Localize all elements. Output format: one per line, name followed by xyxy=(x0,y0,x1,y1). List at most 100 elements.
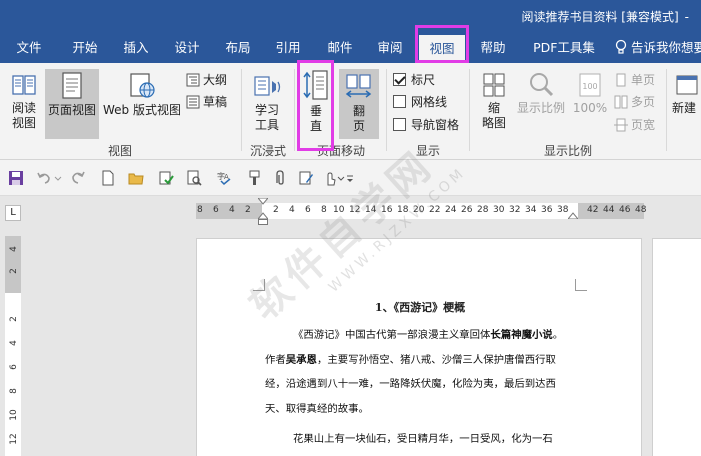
tab-review[interactable]: 审阅 xyxy=(368,33,412,63)
ruler-tick-label: 6 xyxy=(305,205,311,215)
vertical-ruler[interactable]: 4 2 2 4 6 8 10 12 xyxy=(5,236,21,456)
document-page[interactable]: 1、《西游记》梗概 《西游记》中国古代第一部浪漫主义章回体长篇神魔小说。 作者吴承… xyxy=(196,238,642,456)
gridlines-checkbox[interactable]: 网格线 xyxy=(393,93,447,111)
ruler-tick-label: 46 xyxy=(619,205,631,215)
tab-selector-button[interactable]: L xyxy=(5,205,21,221)
vertical-label-1: 垂 xyxy=(309,104,322,118)
document-title: 阅读推荐书目资料 [兼容模式] xyxy=(521,10,679,24)
left-indent-marker[interactable] xyxy=(258,219,268,225)
page-icon xyxy=(62,72,82,99)
touch-dropdown-icon[interactable] xyxy=(337,170,345,186)
zoom-100-button[interactable]: 100 100% xyxy=(570,71,610,116)
tab-mailings[interactable]: 邮件 xyxy=(318,33,362,63)
tab-file[interactable]: 文件 xyxy=(8,33,50,63)
title-bar: 阅读推荐书目资料 [兼容模式] - xyxy=(0,0,701,33)
navigation-pane-label: 导航窗格 xyxy=(411,118,460,132)
book-icon xyxy=(12,75,36,95)
save-icon[interactable] xyxy=(8,170,24,186)
ruler-tick-label: 8 xyxy=(321,205,327,215)
outline-button[interactable]: 大纲 xyxy=(186,71,227,89)
tell-me-search[interactable]: 告诉我你想要 xyxy=(614,33,701,63)
thumbnails-button[interactable]: 缩 略图 xyxy=(476,71,512,131)
read-mode-button[interactable]: 阅读 视图 xyxy=(6,71,42,131)
tab-help[interactable]: 帮助 xyxy=(472,33,514,63)
new-window-label: 新建 xyxy=(672,101,697,115)
read-mode-label-1: 阅读 xyxy=(11,101,36,115)
window-title: 阅读推荐书目资料 [兼容模式] - xyxy=(521,8,689,25)
ruler-tick-label: 12 xyxy=(349,205,361,215)
customize-toolbar-icon[interactable] xyxy=(345,170,355,186)
attachment-icon[interactable] xyxy=(272,170,288,186)
tab-home[interactable]: 开始 xyxy=(62,33,108,63)
zoom-100-label: 100% xyxy=(572,101,608,115)
ruler-tick-label: 2 xyxy=(273,205,279,215)
draft-icon xyxy=(186,95,200,109)
new-window-button[interactable]: 新建 xyxy=(672,71,701,116)
vertical-scroll-icon xyxy=(303,70,328,100)
bold-text: 吴承恩 xyxy=(285,353,317,366)
svg-text:100: 100 xyxy=(582,82,597,91)
tab-pdf-tools[interactable]: PDF工具集 xyxy=(522,33,606,63)
new-window-icon xyxy=(676,75,698,95)
next-page[interactable] xyxy=(652,238,701,456)
ruler-check-icon[interactable] xyxy=(393,73,406,86)
tab-layout[interactable]: 布局 xyxy=(216,33,260,63)
new-document-icon[interactable] xyxy=(100,170,116,186)
one-page-button[interactable]: 单页 xyxy=(614,71,655,89)
ruler-checkbox[interactable]: 标尺 xyxy=(393,71,435,89)
ruler-tick-label: 4 xyxy=(229,205,235,215)
check-document-icon[interactable] xyxy=(158,170,174,186)
web-layout-button[interactable]: Web 版式视图 xyxy=(101,71,183,118)
group-separator xyxy=(469,69,470,151)
gridlines-check-icon[interactable] xyxy=(393,95,406,108)
web-globe-icon xyxy=(130,73,155,98)
ruler-tick-label: 38 xyxy=(557,205,569,215)
draft-button[interactable]: 草稿 xyxy=(186,93,227,111)
format-painter-icon[interactable] xyxy=(246,170,262,186)
ruler-tick-label: 12 xyxy=(9,433,19,445)
redo-icon[interactable] xyxy=(70,170,86,186)
paragraph-1-line: 作者吴承恩，主要写孙悟空、猪八戒、沙僧三人保护唐僧西行取 xyxy=(265,348,585,373)
navigation-pane-checkbox[interactable]: 导航窗格 xyxy=(393,116,459,134)
bold-text: 长篇神魔小说 xyxy=(490,329,553,341)
undo-icon[interactable] xyxy=(36,170,52,186)
print-preview-icon[interactable] xyxy=(186,170,202,186)
tab-view[interactable]: 视图 xyxy=(419,35,465,63)
ruler-tick-label: 10 xyxy=(333,205,345,215)
page-width-button[interactable]: 页宽 xyxy=(614,116,655,134)
hanging-indent-marker[interactable] xyxy=(258,212,268,219)
zoom-button[interactable]: 显示比例 xyxy=(515,71,567,116)
tell-me-label: 告诉我你想要 xyxy=(631,40,701,55)
vertical-button[interactable]: 垂 直 xyxy=(300,68,332,134)
open-folder-icon[interactable] xyxy=(128,170,144,186)
tab-references[interactable]: 引用 xyxy=(266,33,310,63)
group-label-page-movement: 页面移动 xyxy=(316,144,365,158)
one-page-icon xyxy=(616,73,626,87)
learning-tools-button[interactable]: 学习 工具 xyxy=(248,71,286,133)
ruler-tick-label: 2 xyxy=(9,268,19,274)
side-to-side-label-2: 页 xyxy=(352,119,365,133)
spelling-icon[interactable]: 字A xyxy=(216,170,232,186)
edit-document-icon[interactable] xyxy=(298,170,314,186)
tab-insert[interactable]: 插入 xyxy=(114,33,158,63)
outline-icon xyxy=(186,73,200,87)
right-indent-marker[interactable] xyxy=(568,212,578,219)
navigation-pane-check-icon[interactable] xyxy=(393,118,406,131)
ruler-tick-label: 34 xyxy=(525,205,537,215)
ruler-tick-label: 36 xyxy=(541,205,553,215)
read-mode-label-2: 视图 xyxy=(11,116,36,130)
tab-design[interactable]: 设计 xyxy=(165,33,209,63)
print-layout-button[interactable]: 页面视图 xyxy=(45,69,99,139)
page-width-icon xyxy=(614,118,628,132)
undo-dropdown-icon[interactable] xyxy=(54,170,62,186)
multiple-pages-button[interactable]: 多页 xyxy=(614,93,655,111)
side-to-side-icon xyxy=(345,74,372,98)
learning-tools-label-1: 学习 xyxy=(254,103,279,117)
side-to-side-button[interactable]: 翻 页 xyxy=(339,69,379,139)
ruler-tick-label: 24 xyxy=(445,205,457,215)
text-run: 。 xyxy=(552,329,564,341)
thumbnails-label-1: 缩 xyxy=(487,101,500,115)
touch-mode-icon[interactable] xyxy=(322,170,338,186)
first-line-indent-marker[interactable] xyxy=(258,198,268,205)
ruler-tick-label: 14 xyxy=(365,205,377,215)
